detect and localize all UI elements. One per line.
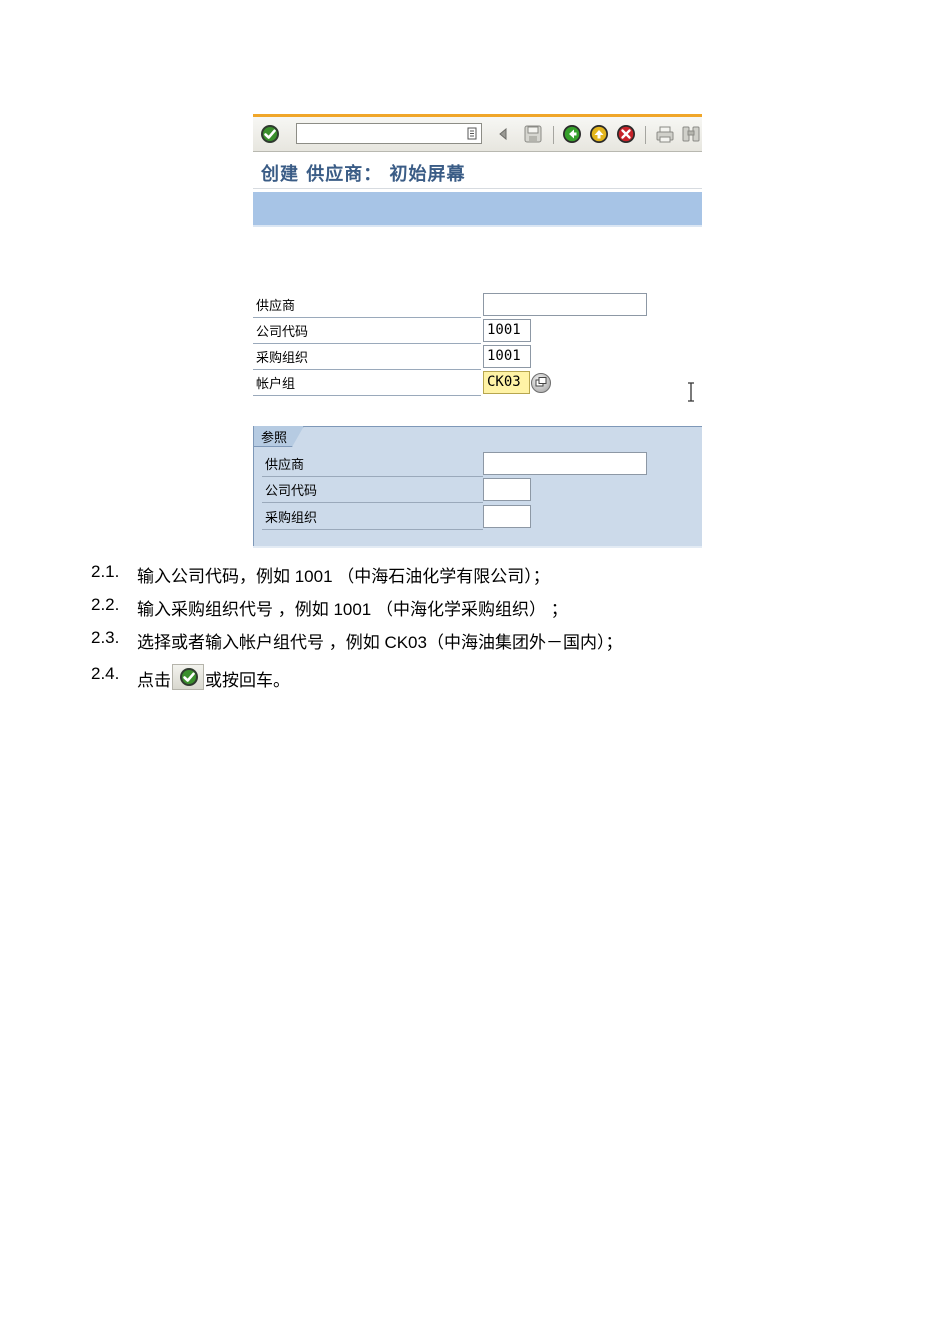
field-row-account-group: 帐户组 bbox=[253, 370, 702, 396]
step-text: 输入采购组织代号 ，例如 1001 （中海化学采购组织） ； bbox=[137, 600, 568, 619]
print-icon[interactable] bbox=[655, 124, 675, 144]
field-row-company-code: 公司代码 bbox=[253, 318, 702, 344]
step-text: 点击 或按回车。 bbox=[137, 664, 290, 691]
save-icon[interactable] bbox=[523, 124, 543, 144]
ref-purchasing-org-input[interactable] bbox=[483, 505, 531, 528]
step-text-after: 或按回车。 bbox=[205, 671, 290, 690]
toolbar-separator bbox=[553, 126, 554, 144]
sap-screen: 创建 供应商： 初始屏幕 供应商 公司代码 1001 采购组织 1001 帐户组… bbox=[253, 114, 702, 548]
value-help-button[interactable] bbox=[531, 373, 551, 393]
field-row-purchasing-org: 采购组织 bbox=[253, 344, 702, 370]
back-icon[interactable] bbox=[562, 124, 582, 144]
vendor-input[interactable] bbox=[483, 293, 647, 316]
ref-label-vendor: 供应商 bbox=[265, 458, 305, 473]
find-icon[interactable] bbox=[681, 124, 701, 144]
step-number: 2.1. bbox=[91, 562, 120, 581]
title-divider bbox=[253, 188, 702, 189]
ref-label-purchasing-org: 采购组织 bbox=[265, 511, 318, 526]
enter-checkmark-icon bbox=[180, 668, 198, 686]
ref-company-code-input[interactable] bbox=[483, 478, 531, 501]
screen-title: 创建 供应商： 初始屏幕 bbox=[261, 164, 466, 185]
ref-row-company-code: 公司代码 bbox=[262, 477, 702, 503]
text-cursor-icon bbox=[688, 382, 694, 402]
field-underline bbox=[253, 395, 481, 396]
step-text-before: 点击 bbox=[137, 671, 171, 690]
application-toolbar-divider bbox=[253, 225, 702, 227]
purchasing-org-input[interactable]: 1001 bbox=[483, 345, 531, 368]
step-number: 2.2. bbox=[91, 595, 120, 614]
ref-row-purchasing-org: 采购组织 bbox=[262, 504, 702, 530]
ref-vendor-input[interactable] bbox=[483, 452, 647, 475]
reference-tab: 参照 bbox=[254, 426, 304, 447]
dropdown-icon[interactable] bbox=[467, 127, 478, 140]
company-code-input[interactable]: 1001 bbox=[483, 319, 531, 342]
ref-label-company-code: 公司代码 bbox=[265, 484, 318, 499]
system-toolbar bbox=[253, 114, 702, 152]
back-arrow-icon[interactable] bbox=[496, 124, 510, 144]
field-label-account-group: 帐户组 bbox=[256, 377, 296, 392]
toolbar-separator bbox=[645, 126, 646, 144]
enter-checkmark-icon[interactable] bbox=[260, 124, 280, 144]
cancel-icon[interactable] bbox=[616, 124, 636, 144]
step-number: 2.3. bbox=[91, 628, 120, 647]
value-help-icon bbox=[535, 377, 547, 387]
command-field[interactable] bbox=[296, 123, 482, 144]
step-number: 2.4. bbox=[91, 664, 120, 683]
field-label-purchasing-org: 采购组织 bbox=[256, 351, 309, 366]
field-underline bbox=[262, 502, 483, 503]
field-label-company-code: 公司代码 bbox=[256, 325, 309, 340]
step-text: 输入公司代码，例如 1001 （中海石油化学有限公司）； bbox=[137, 567, 550, 586]
enter-button-image bbox=[172, 664, 204, 690]
reference-group-box: 参照 供应商 公司代码 采购组织 bbox=[253, 426, 702, 548]
exit-icon[interactable] bbox=[589, 124, 609, 144]
reference-box-bottom bbox=[253, 546, 702, 548]
field-label-vendor: 供应商 bbox=[256, 299, 296, 314]
account-group-input[interactable]: CK03 bbox=[483, 371, 530, 394]
step-text: 选择或者输入帐户组代号 ，例如 CK03（中海油集团外－国内）； bbox=[137, 633, 623, 652]
application-toolbar bbox=[253, 192, 702, 225]
field-underline bbox=[262, 529, 483, 530]
